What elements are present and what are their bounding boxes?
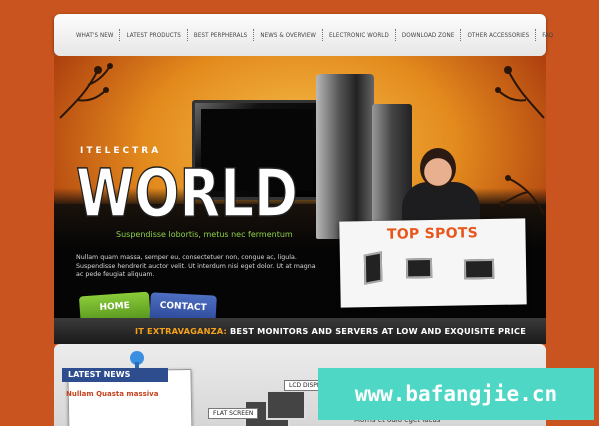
- nav-item-electronic-world[interactable]: ELECTRONIC WORLD: [329, 32, 389, 39]
- server-tower-image: [316, 74, 374, 239]
- top-spots-panel[interactable]: TOP SPOTS: [339, 218, 527, 308]
- nav-separator: [186, 29, 188, 41]
- vine-decoration-left: [59, 63, 113, 119]
- watermark: www.bafangjie.cn: [318, 368, 594, 420]
- flat-screen-label: FLAT SCREEN: [208, 408, 259, 419]
- nav-item-faq[interactable]: FAQ: [542, 32, 553, 39]
- lcd-display-image: [266, 390, 306, 420]
- brand-logo: WORLD: [76, 154, 299, 226]
- nav-separator: [322, 29, 324, 41]
- nav-item-download-zone[interactable]: DOWNLOAD ZONE: [402, 32, 455, 39]
- nav-item-other-accessories[interactable]: OTHER ACCESSORIES: [467, 32, 529, 39]
- product-thumb-desktop[interactable]: [405, 258, 433, 279]
- nav-separator: [460, 29, 462, 41]
- nav-item-best-peripherals[interactable]: BEST PERPHERALS: [194, 32, 247, 39]
- top-navigation: WHAT'S NEW LATEST PRODUCTS BEST PERPHERA…: [54, 14, 553, 56]
- product-thumb-monitor[interactable]: [363, 251, 383, 285]
- home-button[interactable]: HOME: [78, 291, 152, 318]
- nav-item-whats-new[interactable]: WHAT'S NEW: [76, 32, 113, 39]
- person-image-head: [420, 148, 456, 188]
- nav-separator: [535, 29, 537, 41]
- promo-accent: IT EXTRAVAGANZA:: [134, 326, 227, 336]
- promo-strip: IT EXTRAVAGANZA: BEST MONITORS AND SERVE…: [54, 318, 546, 344]
- promo-text: IT EXTRAVAGANZA: BEST MONITORS AND SERVE…: [135, 326, 526, 336]
- hero-tagline: Suspendisse lobortis, metus nec fermentu…: [116, 230, 293, 239]
- vine-decoration-lower-right: [499, 175, 545, 215]
- product-thumb-workstation[interactable]: [463, 258, 495, 280]
- latest-news-title: LATEST NEWS: [62, 368, 168, 382]
- vine-decoration-right: [495, 66, 545, 119]
- svg-text:WORLD: WORLD: [76, 155, 298, 226]
- hero-banner: ITELECTRA WORLD Suspendisse lobortis, me…: [54, 56, 546, 318]
- news-item-link[interactable]: Nullam Quasta massiva: [66, 390, 158, 398]
- top-spots-title: TOP SPOTS: [386, 225, 479, 243]
- nav-item-latest-products[interactable]: LATEST PRODUCTS: [126, 32, 180, 39]
- contact-button[interactable]: CONTACT: [149, 292, 217, 318]
- promo-body: BEST MONITORS AND SERVERS AT LOW AND EXQ…: [226, 326, 526, 336]
- hero-description: Nullam quam massa, semper eu, consectetu…: [76, 254, 316, 278]
- nav-separator: [253, 29, 255, 41]
- nav-separator: [119, 29, 121, 41]
- nav-item-news-overview[interactable]: NEWS & OVERVIEW: [260, 32, 316, 39]
- nav-separator: [394, 29, 396, 41]
